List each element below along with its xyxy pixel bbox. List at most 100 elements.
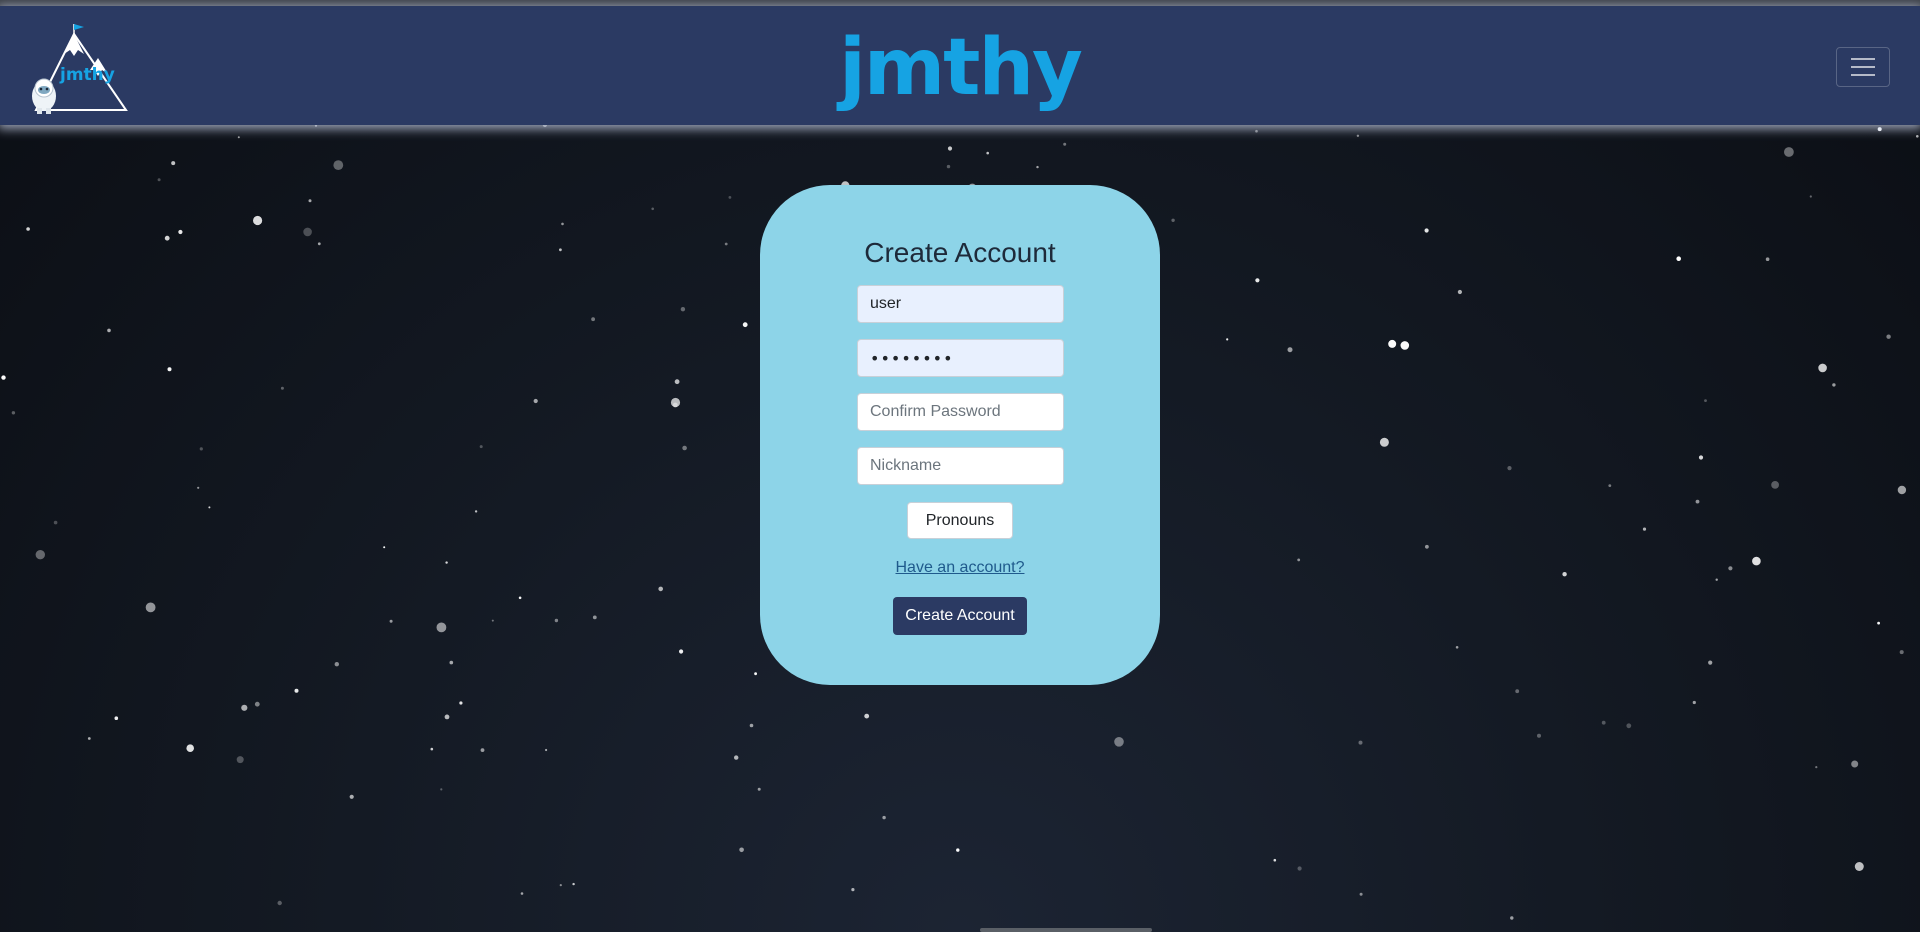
star <box>53 520 58 525</box>
star <box>1226 338 1229 341</box>
star <box>1297 558 1301 562</box>
star <box>253 215 263 226</box>
star <box>542 125 547 128</box>
star <box>277 900 282 906</box>
star <box>383 546 386 549</box>
star <box>1400 341 1410 350</box>
star <box>145 602 156 613</box>
star <box>254 701 260 707</box>
star <box>1457 289 1462 295</box>
star <box>670 397 681 408</box>
username-input[interactable] <box>857 285 1064 323</box>
star <box>1601 720 1606 725</box>
star <box>947 146 953 151</box>
star <box>280 386 284 390</box>
star <box>1255 278 1260 283</box>
star <box>1562 572 1567 577</box>
star <box>592 615 597 620</box>
star <box>26 227 30 231</box>
star <box>114 716 119 720</box>
star <box>334 662 339 667</box>
star <box>658 586 663 592</box>
star <box>445 561 448 564</box>
star <box>1886 334 1891 339</box>
star <box>1297 866 1302 871</box>
star <box>491 619 494 622</box>
star <box>734 755 739 760</box>
star <box>197 486 200 489</box>
star <box>754 672 757 676</box>
star <box>1815 766 1818 769</box>
star <box>724 242 728 246</box>
navbar-toggle-button[interactable] <box>1836 47 1890 87</box>
confirm-password-input[interactable] <box>857 393 1064 431</box>
star <box>1608 484 1612 487</box>
nickname-input[interactable] <box>857 447 1064 485</box>
star <box>107 328 111 333</box>
star <box>1388 339 1397 348</box>
create-account-card: Create Account Pronouns Have an account?… <box>760 185 1160 685</box>
star <box>1 375 6 380</box>
star <box>1916 135 1919 138</box>
star <box>186 744 194 752</box>
star <box>1507 466 1512 471</box>
star <box>436 622 447 633</box>
star <box>728 196 732 199</box>
star <box>1379 437 1389 447</box>
star <box>1854 862 1864 871</box>
star <box>1510 916 1514 920</box>
star <box>1765 257 1770 261</box>
star <box>480 748 485 752</box>
star <box>559 248 562 252</box>
star <box>1425 544 1429 549</box>
star <box>1255 129 1258 133</box>
star <box>1695 499 1700 504</box>
star <box>680 307 686 312</box>
star <box>1358 740 1363 745</box>
star <box>199 447 203 451</box>
star <box>11 411 16 415</box>
have-account-link[interactable]: Have an account? <box>760 559 1160 577</box>
star <box>864 713 870 719</box>
star <box>1287 347 1293 353</box>
star <box>1036 165 1039 169</box>
star <box>1537 733 1541 738</box>
star <box>1784 147 1794 157</box>
star <box>882 815 886 820</box>
star <box>178 229 183 235</box>
star <box>157 178 161 182</box>
star <box>986 151 989 155</box>
star <box>1809 195 1812 198</box>
star <box>171 161 176 166</box>
star <box>533 398 538 404</box>
star <box>1356 134 1360 137</box>
create-account-button[interactable]: Create Account <box>893 597 1027 635</box>
star <box>1704 399 1707 402</box>
star <box>1642 527 1647 531</box>
star <box>956 848 960 852</box>
star <box>1771 481 1779 489</box>
horizontal-scrollbar[interactable] <box>980 928 1152 932</box>
star <box>518 596 522 600</box>
star <box>1708 660 1713 665</box>
star <box>241 704 248 711</box>
star <box>1063 142 1067 146</box>
star <box>1692 700 1696 705</box>
star <box>1851 760 1859 768</box>
navbar: jmthy jmthy <box>0 6 1920 125</box>
password-input[interactable] <box>857 339 1064 377</box>
star <box>308 199 312 203</box>
hamburger-menu-icon <box>1851 57 1875 77</box>
star <box>520 892 524 895</box>
star <box>1273 858 1277 862</box>
star <box>1359 892 1363 896</box>
star <box>682 445 687 451</box>
star <box>333 160 344 170</box>
star <box>545 748 548 752</box>
star <box>674 379 680 385</box>
star <box>1455 646 1459 649</box>
star <box>314 125 318 127</box>
brand-title[interactable]: jmthy <box>0 28 1920 108</box>
star <box>1424 228 1429 233</box>
pronouns-button[interactable]: Pronouns <box>907 502 1013 539</box>
